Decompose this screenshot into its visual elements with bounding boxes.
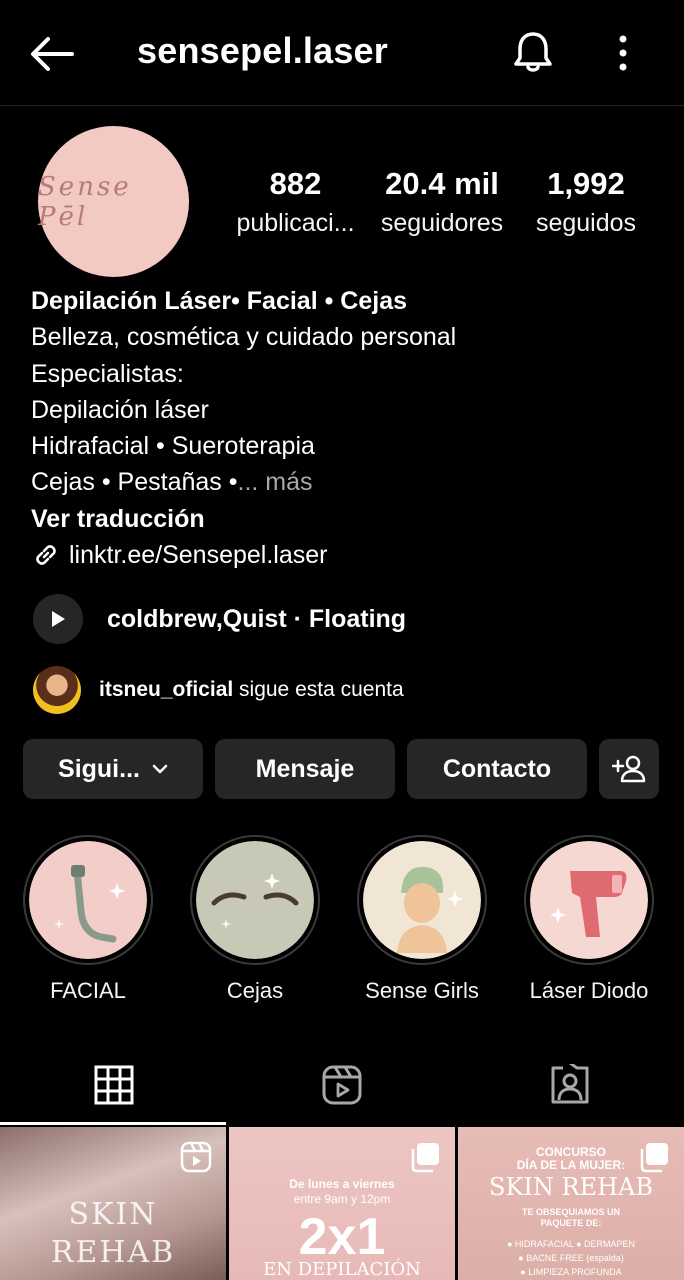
- follower-username: itsneu_oficial: [99, 678, 234, 701]
- grid-icon: [94, 1065, 134, 1105]
- followed-by[interactable]: itsneu_oficial sigue esta cuenta: [33, 665, 404, 715]
- highlight-ring: [190, 835, 320, 965]
- post-tile[interactable]: CONCURSO DÍA DE LA MUJER: SKIN REHAB TE …: [458, 1127, 684, 1280]
- highlight-cover: [29, 841, 147, 959]
- play-icon: [52, 611, 65, 627]
- back-arrow-icon[interactable]: [28, 30, 76, 78]
- post-text: REHAB: [50, 1235, 176, 1270]
- bio-line-truncated: Cejas • Pestañas •... más: [31, 464, 661, 500]
- eyebrows-icon: [196, 841, 314, 959]
- music-track-name: coldbrew,Quist · Floating: [107, 604, 407, 633]
- bio-link-text: linktr.ee/Sensepel.laser: [69, 541, 328, 570]
- multiple-images-icon: [411, 1143, 439, 1173]
- link-icon: [36, 545, 56, 565]
- message-button-label: Mensaje: [255, 754, 355, 783]
- tagged-person-icon: [551, 1064, 589, 1104]
- post-text: SKIN: [68, 1197, 158, 1232]
- highlight-cejas[interactable]: Cejas: [189, 835, 321, 1005]
- bio-category: Belleza, cosmética y cuidado personal: [31, 323, 457, 352]
- play-button[interactable]: [33, 594, 83, 644]
- followed-by-suffix: sigue esta cuenta: [233, 678, 404, 701]
- post-text: TE OBSEQUIAMOS UN: [521, 1207, 620, 1217]
- see-translation-link[interactable]: Ver traducción: [31, 501, 661, 537]
- stat-posts-count: 882: [269, 166, 322, 201]
- bio-more-link[interactable]: ... más: [238, 468, 313, 496]
- stat-following[interactable]: 1,992 seguidos: [526, 166, 646, 244]
- facial-device-icon: [29, 841, 147, 959]
- post-text: 2x1: [298, 1208, 386, 1266]
- bio-external-link[interactable]: linktr.ee/Sensepel.laser: [31, 537, 661, 573]
- highlight-cover: [363, 841, 481, 959]
- post-text: ● LIMPIEZA PROFUNDA: [520, 1267, 622, 1277]
- post-text: SKIN REHAB: [489, 1173, 653, 1201]
- contact-button-label: Contacto: [442, 754, 552, 783]
- bio-line: Hidrafacial • Sueroterapia: [31, 432, 315, 461]
- follower-avatar: [33, 666, 81, 714]
- highlight-ring: [357, 835, 487, 965]
- following-button-label: Sigui...: [58, 754, 140, 783]
- stat-posts-label: publicaci...: [236, 209, 355, 237]
- stat-followers-label: seguidores: [380, 209, 504, 237]
- highlight-label: Cejas: [226, 978, 284, 1003]
- tab-posts-grid[interactable]: [0, 1045, 228, 1125]
- following-button[interactable]: Sigui...: [23, 739, 203, 799]
- contact-button[interactable]: Contacto: [407, 739, 587, 799]
- bio-line: Cejas • Pestañas •: [31, 468, 238, 497]
- highlight-label: Sense Girls: [365, 978, 479, 1003]
- message-button[interactable]: Mensaje: [215, 739, 395, 799]
- bio-line: Depilación láser: [31, 395, 209, 424]
- tab-reels[interactable]: [228, 1045, 456, 1125]
- post-text: ● HIDRAFACIAL ● DERMAPEN: [506, 1239, 636, 1249]
- highlight-sense-girls[interactable]: Sense Girls: [356, 835, 488, 1005]
- post-tile[interactable]: De lunes a viernes entre 9am y 12pm 2x1 …: [229, 1127, 455, 1280]
- profile-username: sensepel.laser: [137, 30, 388, 71]
- highlight-laser-diodo[interactable]: Láser Diodo: [523, 835, 655, 1005]
- post-text: De lunes a viernes: [289, 1177, 395, 1191]
- bio-line: Especialistas:: [31, 359, 184, 388]
- profile-music[interactable]: coldbrew,Quist · Floating: [33, 594, 406, 644]
- reel-icon: [180, 1141, 212, 1173]
- profile-bio: Depilación Láser• Facial • Cejas Belleza…: [31, 283, 661, 573]
- highlight-label: Láser Diodo: [529, 978, 649, 1003]
- highlight-ring: [524, 835, 654, 965]
- active-tab-indicator: [0, 1122, 226, 1125]
- more-options-icon[interactable]: [604, 30, 642, 76]
- suggested-users-button[interactable]: [599, 739, 659, 799]
- post-text: ● BACNE FREE (espalda): [518, 1253, 624, 1263]
- profile-tabs: [0, 1045, 684, 1125]
- avatar-logo-text: Sense Pēl: [38, 171, 132, 232]
- reels-icon: [322, 1065, 362, 1105]
- highlight-cover: [196, 841, 314, 959]
- post-text: entre 9am y 12pm: [293, 1192, 391, 1206]
- post-tile[interactable]: SKIN REHAB: [0, 1127, 226, 1280]
- posts-grid: SKIN REHAB De lunes a viernes entre 9am …: [0, 1127, 684, 1280]
- bio-name: Depilación Láser• Facial • Cejas: [31, 287, 408, 315]
- highlight-facial[interactable]: FACIAL: [22, 835, 154, 1005]
- highlight-cover: [530, 841, 648, 959]
- stat-following-label: seguidos: [535, 209, 637, 237]
- post-text: EN DEPILACIÓN: [263, 1259, 421, 1280]
- highlight-label: FACIAL: [50, 978, 126, 1003]
- top-bar: sensepel.laser: [0, 0, 684, 106]
- stat-following-count: 1,992: [547, 166, 625, 201]
- woman-towel-icon: [363, 841, 481, 959]
- profile-avatar[interactable]: Sense Pēl: [38, 126, 189, 277]
- laser-device-icon: [530, 841, 648, 959]
- notification-bell-icon[interactable]: [508, 27, 558, 77]
- post-text: PAQUETE DE:: [540, 1218, 602, 1228]
- multiple-images-icon: [640, 1143, 668, 1173]
- followed-by-text: itsneu_oficial sigue esta cuenta: [99, 678, 404, 702]
- highlight-ring: [23, 835, 153, 965]
- stat-followers[interactable]: 20.4 mil seguidores: [372, 166, 512, 244]
- chevron-down-icon: [152, 764, 168, 774]
- tab-tagged[interactable]: [456, 1045, 684, 1125]
- stat-posts[interactable]: 882 publicaci...: [228, 166, 363, 244]
- stat-followers-count: 20.4 mil: [385, 166, 499, 201]
- add-person-icon: [612, 755, 646, 783]
